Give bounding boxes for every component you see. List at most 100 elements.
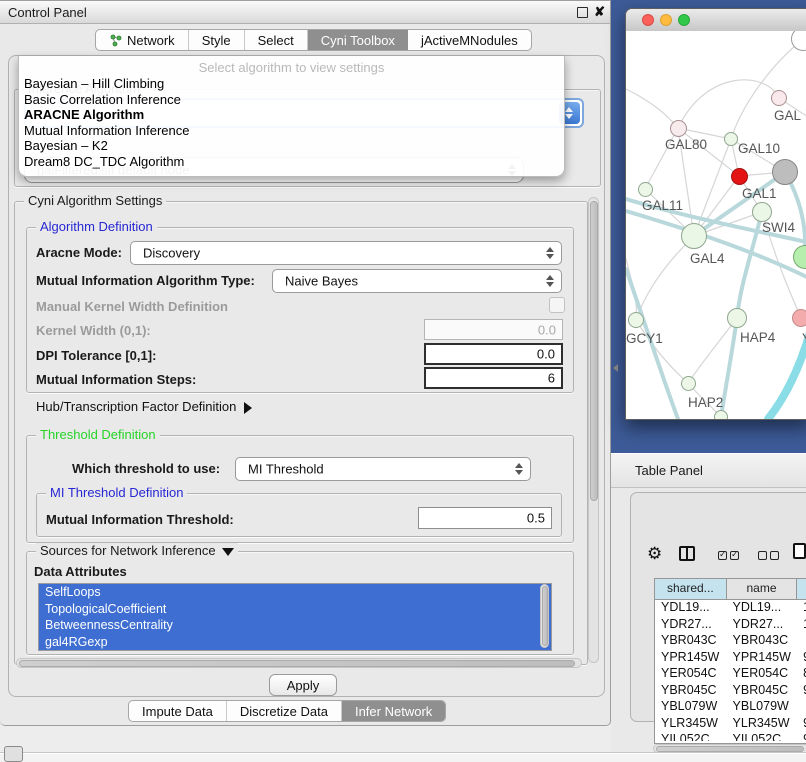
- network-node-y[interactable]: [792, 309, 806, 327]
- tab-select[interactable]: Select: [245, 30, 308, 50]
- mi-type-combo[interactable]: Naive Bayes: [272, 269, 562, 293]
- gear-icon[interactable]: ⚙: [647, 545, 662, 562]
- network-node-gal11[interactable]: [638, 182, 653, 197]
- table-row[interactable]: YIL052CYIL052C9: [655, 731, 806, 741]
- network-node-gal[interactable]: [771, 90, 787, 106]
- network-node-gal4[interactable]: [681, 223, 707, 249]
- algorithm-definition-title: Algorithm Definition: [36, 219, 157, 234]
- algorithm-option[interactable]: ARACNE Algorithm: [24, 107, 564, 123]
- zoom-traffic-light[interactable]: [678, 14, 690, 26]
- tab-network[interactable]: Network: [96, 30, 189, 50]
- network-node-gcy1[interactable]: [628, 312, 644, 328]
- network-node-hap4[interactable]: [727, 308, 747, 328]
- table-cell: 12: [797, 616, 806, 633]
- close-traffic-light[interactable]: [642, 14, 654, 26]
- apply-button[interactable]: Apply: [269, 674, 337, 696]
- table-row[interactable]: YBR043CYBR043C: [655, 632, 806, 649]
- attributes-list-scrollbar[interactable]: [540, 584, 549, 648]
- table-row[interactable]: YPR145WYPR145W9.: [655, 649, 806, 666]
- network-node-hap2[interactable]: [681, 376, 696, 391]
- checked-checkbox-icon-2[interactable]: [730, 551, 739, 560]
- tab-jactivemnodules[interactable]: jActiveMNodules: [408, 30, 531, 50]
- table-row[interactable]: YDR27...YDR27...12: [655, 616, 806, 633]
- tab-style[interactable]: Style: [189, 30, 245, 50]
- column-header-shared-name[interactable]: shared...: [655, 579, 727, 599]
- unchecked-checkbox-icon[interactable]: [758, 551, 767, 560]
- combo-arrows-icon: [546, 247, 555, 259]
- data-attributes-label: Data Attributes: [34, 564, 127, 579]
- network-node[interactable]: [714, 410, 728, 419]
- collapse-arrow-icon: [222, 548, 234, 556]
- hub-definition-label: Hub/Transcription Factor Definition: [36, 399, 236, 414]
- file-icon[interactable]: [793, 543, 806, 559]
- checked-checkbox-icon[interactable]: [718, 551, 727, 560]
- table-row[interactable]: YDL19...YDL19...13: [655, 599, 806, 616]
- sources-group-title[interactable]: Sources for Network Inference: [36, 543, 238, 558]
- split-columns-icon[interactable]: [679, 546, 695, 561]
- aracne-mode-label: Aracne Mode:: [36, 245, 122, 260]
- network-window-titlebar[interactable]: [626, 9, 806, 32]
- table-subpanel: ⚙ shared... name A YDL19...YDL19...13YDR…: [630, 492, 806, 722]
- algorithm-option[interactable]: Basic Correlation Inference: [24, 92, 564, 108]
- node-label: GAL80: [665, 137, 707, 152]
- table-cell: YDL19...: [727, 599, 798, 616]
- dpi-tolerance-field[interactable]: 0.0: [424, 343, 563, 365]
- column-header-third[interactable]: A: [797, 579, 806, 599]
- network-node[interactable]: [793, 245, 806, 269]
- mi-threshold-group-title: MI Threshold Definition: [46, 485, 187, 500]
- control-panel-title: Control Panel: [8, 5, 87, 20]
- data-attributes-list[interactable]: SelfLoopsTopologicalCoefficientBetweenne…: [38, 583, 552, 651]
- node-label: GAL4: [690, 251, 725, 266]
- node-table[interactable]: shared... name A YDL19...YDL19...13YDR27…: [654, 578, 806, 744]
- combo-arrows-icon: [546, 275, 555, 287]
- algorithm-option[interactable]: Bayesian – K2: [24, 138, 564, 154]
- mi-threshold-field[interactable]: 0.5: [418, 507, 552, 529]
- data-attribute-item[interactable]: gal4RGexp: [39, 634, 551, 651]
- network-node-gal1[interactable]: [752, 202, 772, 222]
- algorithm-option[interactable]: Dream8 DC_TDC Algorithm: [24, 154, 564, 170]
- network-node[interactable]: [731, 168, 748, 185]
- data-attribute-item[interactable]: SelfLoops: [39, 584, 551, 601]
- table-cell: YLR345W: [727, 715, 798, 732]
- mi-steps-field[interactable]: 6: [424, 367, 563, 389]
- table-rows: YDL19...YDL19...13YDR27...YDR27...12YBR0…: [655, 599, 806, 741]
- algorithm-option[interactable]: Bayesian – Hill Climbing: [24, 76, 564, 92]
- float-window-icon[interactable]: [577, 7, 588, 18]
- unchecked-checkbox-icon-2[interactable]: [770, 551, 779, 560]
- table-row[interactable]: YER054CYER054C8.: [655, 665, 806, 682]
- hub-definition-toggle[interactable]: Hub/Transcription Factor Definition: [36, 399, 252, 414]
- table-row[interactable]: YBL079WYBL079W: [655, 698, 806, 715]
- bottom-left-panel-icon[interactable]: [4, 746, 23, 762]
- manual-kernel-checkbox[interactable]: [549, 297, 565, 313]
- table-row[interactable]: YLR345WYLR345W9.: [655, 715, 806, 732]
- table-panel: Table Panel ⚙ shared... name A YDL19...Y…: [611, 453, 806, 762]
- node-label: GAL: [774, 108, 801, 123]
- network-node-gal80[interactable]: [670, 120, 687, 137]
- data-attribute-item[interactable]: TopologicalCoefficient: [39, 601, 551, 618]
- aracne-mode-combo[interactable]: Discovery: [130, 241, 562, 265]
- algorithm-option[interactable]: Mutual Information Inference: [24, 123, 564, 139]
- popup-items: Bayesian – Hill ClimbingBasic Correlatio…: [19, 76, 564, 169]
- tab-infer-network[interactable]: Infer Network: [342, 701, 445, 721]
- data-attribute-item[interactable]: BetweennessCentrality: [39, 617, 551, 634]
- network-node-gal10[interactable]: [724, 132, 738, 146]
- network-node[interactable]: [772, 159, 798, 185]
- network-nodes-layer: GALGAL80GAL10GAL1GAL11SWI4GAL4GCY1HAP4YH…: [626, 31, 806, 419]
- network-node[interactable]: [791, 31, 806, 51]
- kernel-width-field[interactable]: 0.0: [424, 319, 563, 340]
- network-canvas[interactable]: GALGAL80GAL10GAL1GAL11SWI4GAL4GCY1HAP4YH…: [626, 31, 806, 419]
- minimize-traffic-light[interactable]: [660, 14, 672, 26]
- tab-discretize-data[interactable]: Discretize Data: [227, 701, 342, 721]
- which-threshold-label: Which threshold to use:: [72, 461, 220, 476]
- settings-vertical-scrollbar[interactable]: [588, 197, 599, 663]
- column-header-name[interactable]: name: [727, 579, 798, 599]
- tab-cyni-toolbox[interactable]: Cyni Toolbox: [308, 30, 408, 50]
- table-row[interactable]: YBR045CYBR045C9.: [655, 682, 806, 699]
- which-threshold-combo[interactable]: MI Threshold: [235, 457, 531, 481]
- which-threshold-value: MI Threshold: [248, 462, 324, 477]
- settings-horizontal-scrollbar[interactable]: [16, 658, 582, 668]
- panel-divider-handle[interactable]: [613, 364, 618, 372]
- close-icon[interactable]: ✘: [594, 4, 605, 20]
- network-view-window: GALGAL80GAL10GAL1GAL11SWI4GAL4GCY1HAP4YH…: [625, 8, 806, 420]
- tab-impute-data[interactable]: Impute Data: [129, 701, 227, 721]
